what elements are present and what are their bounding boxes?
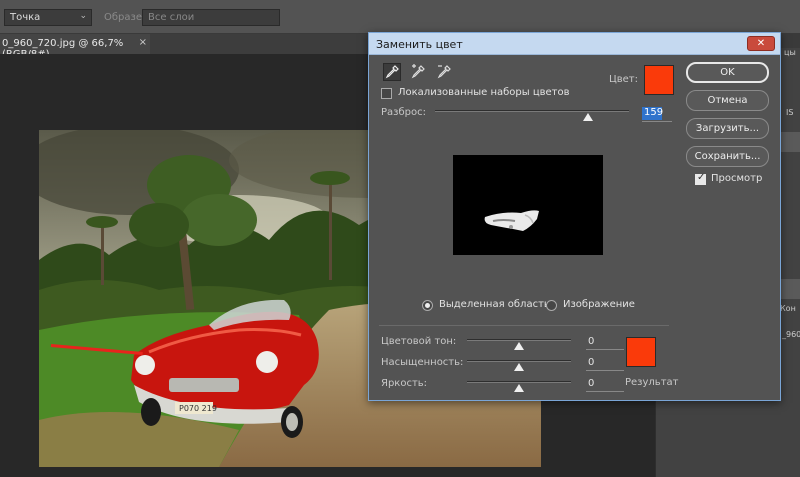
close-icon[interactable]: ✕: [747, 36, 775, 51]
svg-text:P070 219: P070 219: [179, 404, 217, 413]
sample-size-value: Точка: [10, 12, 41, 23]
dialog-title: Заменить цвет: [376, 38, 463, 51]
hue-slider-track[interactable]: [467, 339, 571, 341]
save-button[interactable]: Сохранить...: [686, 146, 769, 167]
lightness-slider-thumb[interactable]: [514, 384, 524, 392]
panel-fragment-label: цы: [784, 48, 796, 57]
preview-checkbox-label: Просмотр: [711, 173, 763, 184]
saturation-label: Насыщенность:: [381, 357, 464, 368]
selection-preview: [453, 155, 603, 255]
replace-color-dialog: Заменить цвет ✕ Локализованные наборы цв…: [368, 32, 781, 401]
load-button[interactable]: Загрузить...: [686, 118, 769, 139]
lightness-label: Яркость:: [381, 378, 428, 389]
lightness-value-field[interactable]: 0: [586, 378, 624, 392]
saturation-value-field[interactable]: 0: [586, 357, 624, 371]
panel-fragment-label: _960: [782, 330, 800, 339]
preview-checkbox[interactable]: [695, 172, 706, 185]
options-bar: Точка ⌄ Образец: Все слои: [0, 0, 800, 34]
ok-button[interactable]: OK: [686, 62, 769, 83]
panel-fragment-label: Кон: [780, 304, 796, 313]
selection-radio[interactable]: [422, 300, 433, 311]
fuzziness-label: Разброс:: [381, 107, 426, 118]
panel-block: [779, 132, 800, 152]
section-separator: [379, 325, 669, 326]
close-icon[interactable]: ×: [139, 37, 147, 48]
lightness-slider-track[interactable]: [467, 381, 571, 383]
result-label: Результат: [625, 377, 679, 388]
hue-slider-thumb[interactable]: [514, 342, 524, 350]
sample-size-select[interactable]: Точка ⌄: [4, 9, 92, 26]
saturation-slider-track[interactable]: [467, 360, 571, 362]
fuzziness-value-field[interactable]: 159: [642, 107, 663, 120]
cancel-button[interactable]: Отмена: [686, 90, 769, 111]
image-radio[interactable]: [546, 300, 557, 311]
panel-fragment-label: IS: [786, 108, 794, 117]
hue-label: Цветовой тон:: [381, 336, 457, 347]
eyedropper-icon[interactable]: [383, 63, 401, 81]
hue-value-field[interactable]: 0: [586, 336, 624, 350]
localized-clusters-checkbox[interactable]: [381, 88, 392, 99]
fuzziness-slider-thumb[interactable]: [583, 113, 594, 121]
document-tab[interactable]: 0_960_720.jpg @ 66,7% (RGB/8#) ×: [0, 34, 150, 60]
sample-layers-value: Все слои: [148, 12, 195, 23]
chevron-down-icon: ⌄: [79, 11, 87, 21]
fuzziness-field-underline: [642, 121, 672, 122]
image-radio-label: Изображение: [563, 299, 635, 310]
fuzziness-slider-track[interactable]: [435, 110, 629, 112]
color-label: Цвет:: [609, 74, 639, 85]
panel-block: [779, 279, 800, 299]
dialog-titlebar[interactable]: Заменить цвет ✕: [369, 33, 780, 55]
sample-layers-select[interactable]: Все слои: [142, 9, 280, 26]
saturation-slider-thumb[interactable]: [514, 363, 524, 371]
result-swatch[interactable]: [626, 337, 656, 367]
color-swatch[interactable]: [644, 65, 674, 95]
eyedropper-plus-icon[interactable]: [409, 63, 427, 81]
localized-clusters-label: Локализованные наборы цветов: [398, 87, 570, 98]
eyedropper-minus-icon[interactable]: [435, 63, 453, 81]
selection-radio-label: Выделенная область: [439, 299, 550, 310]
